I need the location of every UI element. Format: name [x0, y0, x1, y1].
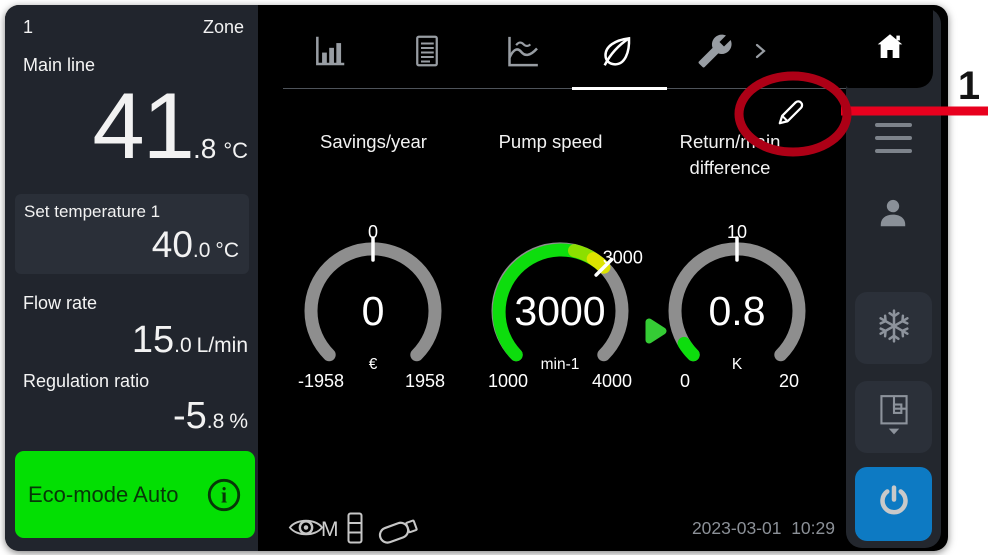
gauge-pointer-icon — [649, 322, 663, 340]
savings-gauge: 0 -1958 1958 0 € — [273, 211, 473, 411]
zone-number: 1 — [23, 17, 33, 38]
home-icon — [872, 30, 908, 67]
tab-eco[interactable] — [596, 31, 640, 75]
gauge-value: 3000 — [514, 288, 605, 334]
wrench-icon — [697, 33, 733, 74]
snowflake-icon — [875, 307, 913, 350]
module-icon — [345, 511, 366, 551]
zones-icon — [876, 393, 912, 442]
gauge-value: 0 — [362, 288, 385, 334]
gauge-min-label: -1958 — [298, 371, 344, 391]
main-line-int: 41 — [92, 73, 193, 178]
sidebar-item-power[interactable] — [855, 467, 932, 541]
gauge-svg: 3000100040003000min-1 — [460, 211, 660, 411]
main-line-label: Main line — [23, 55, 95, 76]
zone-status-panel: 1 Zone Main line 41.8°C Set temperature … — [5, 5, 258, 551]
gauge-title-return-main: Return/main difference — [655, 129, 805, 181]
gauge-title-pump-speed: Pump speed — [468, 129, 633, 155]
flow-rate-label: Flow rate — [23, 293, 97, 314]
gauge-min-label: 1000 — [488, 371, 528, 391]
flow-rate-value: 15.0L/min — [132, 321, 248, 359]
main-line-dec: .8 — [193, 133, 216, 164]
regulation-ratio-value: -5.8% — [173, 397, 248, 435]
set-temp-unit: °C — [215, 239, 239, 262]
reg-dec: .8 — [207, 410, 225, 433]
eco-mode-button[interactable]: Eco-mode Auto i — [15, 451, 255, 538]
gauge-tick-label: 0 — [368, 222, 378, 242]
zone-label: Zone — [203, 17, 244, 38]
eco-mode-label: Eco-mode Auto — [28, 482, 205, 508]
set-temp-int: 40 — [152, 224, 193, 265]
tab-more[interactable] — [749, 31, 773, 75]
gauge-unit: min-1 — [541, 356, 580, 373]
flow-int: 15 — [132, 319, 174, 361]
set-temp-dec: .0 — [193, 239, 211, 262]
info-icon[interactable]: i — [205, 476, 243, 514]
regulation-ratio-label: Regulation ratio — [23, 371, 149, 392]
tab-settings[interactable] — [693, 31, 737, 75]
sidebar-item-cooling[interactable] — [855, 292, 932, 364]
gauge-tick-label: 10 — [727, 222, 747, 242]
main-line-value: 41.8°C — [92, 79, 248, 173]
bar-chart-icon — [311, 32, 349, 75]
flow-unit: L/min — [197, 334, 248, 357]
tab-trends[interactable] — [500, 31, 544, 75]
power-icon — [874, 482, 914, 527]
device-screen: 1 Zone Main line 41.8°C Set temperature … — [5, 5, 948, 551]
gauge-max-label: 1958 — [405, 371, 445, 391]
sidebar-nav — [846, 8, 941, 548]
zone-header: 1 Zone — [23, 17, 244, 38]
gauge-unit: € — [369, 356, 378, 373]
gauge-value: 0.8 — [709, 288, 766, 334]
sidebar-item-home[interactable] — [846, 8, 933, 88]
gauge-unit: K — [732, 356, 743, 373]
svg-text:i: i — [221, 483, 227, 507]
set-temperature-label: Set temperature 1 — [24, 202, 160, 222]
report-icon — [409, 33, 445, 74]
gauge-max-label: 4000 — [592, 371, 632, 391]
hamburger-icon — [875, 123, 912, 127]
eye-monitor-icon — [288, 514, 324, 546]
annotation-number: 1 — [950, 64, 988, 109]
gauge-min-label: 0 — [680, 371, 690, 391]
set-temperature-card[interactable]: Set temperature 1 40.0°C — [15, 194, 249, 274]
usb-icon — [373, 511, 427, 551]
leaf-icon — [598, 31, 638, 76]
sidebar-item-user[interactable] — [876, 196, 910, 235]
return-difference-gauge: 10 0 20 0.8 K — [637, 211, 837, 411]
sidebar-item-zones[interactable] — [855, 381, 932, 453]
gauge-max-label: 20 — [779, 371, 799, 391]
set-temperature-value: 40.0°C — [152, 226, 239, 263]
pump-speed-gauge: 3000100040003000min-1 — [460, 211, 660, 411]
tab-separator — [283, 88, 848, 89]
tab-active-indicator — [572, 87, 667, 90]
reg-int: -5 — [173, 395, 207, 437]
tab-statistics[interactable] — [308, 31, 352, 75]
gauge-svg: 0 -1958 1958 0 € — [273, 211, 473, 411]
person-icon — [876, 217, 910, 234]
monitoring-mode-letter: M — [321, 518, 339, 542]
tab-report[interactable] — [405, 31, 449, 75]
reg-unit: % — [229, 410, 248, 433]
sidebar-item-menu[interactable] — [875, 123, 912, 153]
main-line-unit: °C — [223, 138, 248, 163]
gauge-title-savings: Savings/year — [291, 129, 456, 155]
gauge-arc — [684, 343, 693, 354]
flow-dec: .0 — [174, 334, 192, 357]
trend-chart-icon — [502, 31, 542, 76]
chevron-right-icon — [754, 41, 768, 66]
gauge-svg: 10 0 20 0.8 K — [637, 211, 837, 411]
datetime-display: 2023-03-01 10:29 — [605, 518, 835, 539]
